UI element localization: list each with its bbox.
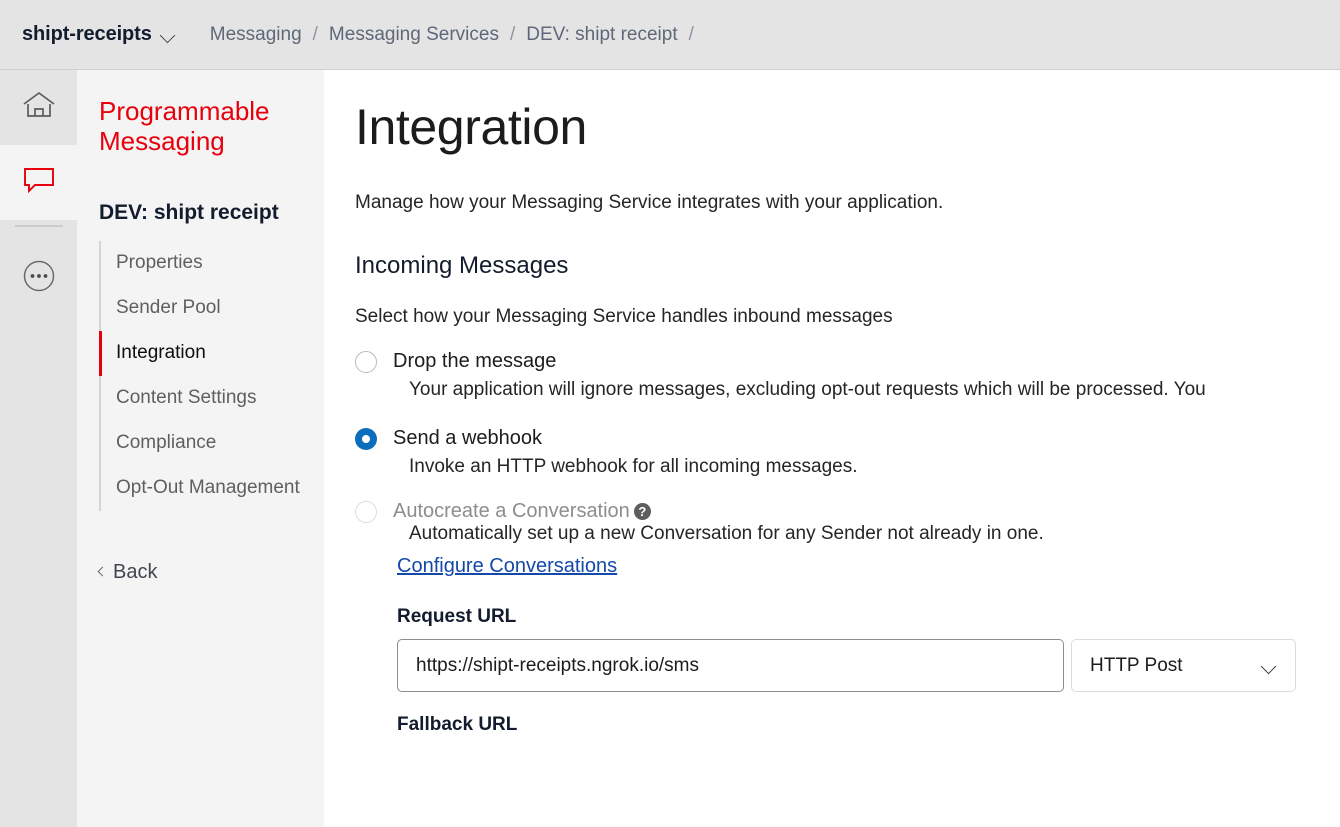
- section-subheading: Select how your Messaging Service handle…: [355, 306, 893, 327]
- radio-label-drop: Drop the message: [393, 350, 557, 372]
- breadcrumb-separator: /: [312, 23, 318, 45]
- account-name: shipt-receipts: [22, 23, 152, 45]
- main-content: Integration Manage how your Messaging Se…: [324, 70, 1340, 827]
- fallback-url-label: Fallback URL: [397, 714, 518, 735]
- account-switcher[interactable]: shipt-receipts: [22, 23, 176, 46]
- radio-label-webhook: Send a webhook: [393, 427, 543, 449]
- icon-rail: [0, 70, 77, 827]
- sidebar-item-sender-pool[interactable]: Sender Pool: [99, 286, 324, 331]
- breadcrumb: Messaging / Messaging Services / DEV: sh…: [210, 24, 705, 46]
- breadcrumb-item-messaging-services[interactable]: Messaging Services: [329, 24, 499, 46]
- product-title: Programmable Messaging: [99, 96, 270, 157]
- radio-description-autocreate: Automatically set up a new Conversation …: [409, 523, 1044, 544]
- breadcrumb-separator: /: [509, 23, 516, 45]
- radio-option-send-a-webhook[interactable]: Send a webhook: [355, 427, 1340, 450]
- home-icon: [22, 90, 56, 125]
- request-url-row: HTTP Post: [397, 639, 1340, 692]
- incoming-message-options: Drop the message Your application will i…: [355, 350, 1340, 606]
- rail-item-home[interactable]: [0, 70, 77, 145]
- sidebar: Programmable Messaging DEV: shipt receip…: [77, 70, 324, 827]
- page-title: Integration: [355, 99, 587, 155]
- page-intro: Manage how your Messaging Service integr…: [355, 192, 944, 213]
- breadcrumb-separator-trailing: /: [688, 23, 694, 45]
- radio-description-drop: Your application will ignore messages, e…: [409, 379, 1206, 400]
- back-label: Back: [113, 560, 158, 583]
- back-link[interactable]: Back: [97, 560, 324, 584]
- radio-indicator-webhook[interactable]: [355, 427, 377, 450]
- radio-indicator-drop[interactable]: [355, 350, 377, 373]
- sidebar-item-properties[interactable]: Properties: [99, 241, 324, 286]
- request-url-label: Request URL: [397, 606, 517, 627]
- radio-indicator-autocreate: [355, 500, 377, 523]
- chat-bubble-icon: [22, 166, 56, 199]
- chevron-down-icon: [1262, 661, 1277, 670]
- sidebar-item-content-settings[interactable]: Content Settings: [99, 376, 324, 421]
- sidebar-nav: Properties Sender Pool Integration Conte…: [99, 240, 324, 511]
- request-url-input[interactable]: [397, 639, 1064, 692]
- radio-option-drop-the-message[interactable]: Drop the message: [355, 350, 1340, 373]
- breadcrumb-item-service[interactable]: DEV: shipt receipt: [526, 24, 677, 46]
- radio-option-autocreate-conversation: Autocreate a Conversation ?: [355, 500, 1340, 523]
- sidebar-item-opt-out-management[interactable]: Opt-Out Management: [99, 466, 324, 511]
- sidebar-item-integration[interactable]: Integration: [99, 330, 324, 376]
- breadcrumb-item-messaging[interactable]: Messaging: [210, 24, 302, 46]
- radio-label-autocreate: Autocreate a Conversation: [393, 500, 630, 522]
- request-url-field-block: Request URL HTTP Post: [397, 606, 1340, 692]
- chevron-down-icon: [161, 30, 176, 39]
- configure-conversations-link[interactable]: Configure Conversations: [397, 555, 617, 578]
- radio-description-webhook: Invoke an HTTP webhook for all incoming …: [409, 456, 858, 477]
- section-heading-incoming-messages: Incoming Messages: [355, 252, 569, 279]
- ellipsis-circle-icon: [22, 259, 56, 298]
- chevron-left-icon: [97, 566, 108, 577]
- rail-item-more[interactable]: [0, 241, 77, 316]
- service-name-heading: DEV: shipt receipt: [99, 200, 279, 224]
- rail-item-messaging[interactable]: [0, 145, 77, 220]
- top-bar: shipt-receipts Messaging / Messaging Ser…: [0, 0, 1340, 70]
- question-mark-icon[interactable]: ?: [633, 503, 651, 520]
- http-method-value: HTTP Post: [1090, 654, 1183, 676]
- http-method-select[interactable]: HTTP Post: [1071, 639, 1296, 692]
- sidebar-item-compliance[interactable]: Compliance: [99, 421, 324, 466]
